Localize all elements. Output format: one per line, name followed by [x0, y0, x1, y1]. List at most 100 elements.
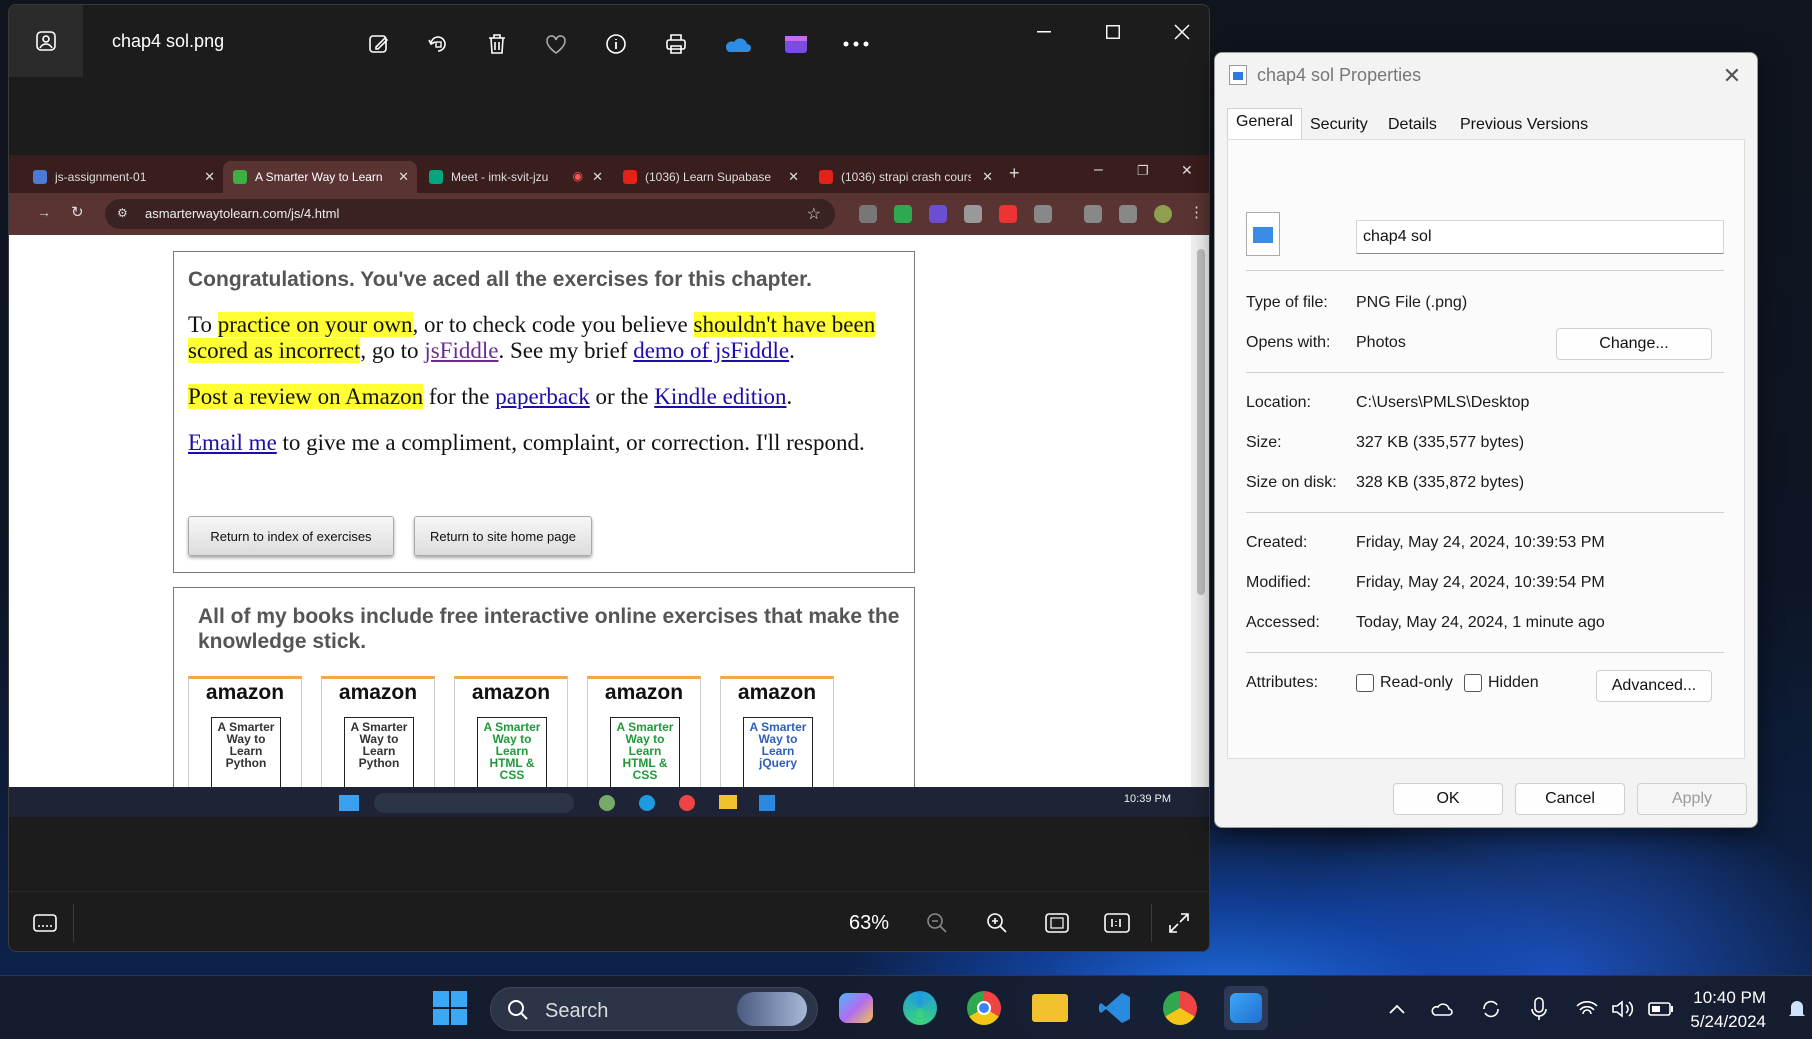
- photos-app-icon[interactable]: [9, 5, 83, 77]
- actual-size-icon[interactable]: [1097, 904, 1137, 942]
- browser-tabstrip: js-assignment-01 ✕ A Smarter Way to Lear…: [9, 155, 1209, 193]
- cancel-button[interactable]: Cancel: [1515, 783, 1625, 815]
- checkbox-box[interactable]: [1356, 674, 1374, 692]
- edit-icon[interactable]: [359, 25, 399, 63]
- bookmark-star-icon[interactable]: ☆: [807, 204, 821, 224]
- tab-close-icon[interactable]: ✕: [592, 169, 603, 185]
- delete-icon[interactable]: [477, 25, 517, 63]
- file-explorer-icon[interactable]: [1028, 986, 1072, 1030]
- advanced-button[interactable]: Advanced...: [1596, 670, 1712, 702]
- close-icon[interactable]: ✕: [1717, 61, 1747, 91]
- tab-close-icon[interactable]: ✕: [788, 169, 799, 185]
- email-me-link[interactable]: Email me: [188, 430, 277, 455]
- taskbar-search[interactable]: Search: [490, 987, 818, 1031]
- download-icon[interactable]: [1119, 205, 1137, 223]
- book-card[interactable]: amazon A Smarter Way to Learn Python: [321, 676, 435, 787]
- tab-close-icon[interactable]: ✕: [204, 169, 215, 185]
- zoom-in-icon[interactable]: [977, 904, 1017, 942]
- file-name-input[interactable]: chap4 sol: [1356, 220, 1724, 254]
- extensions-puzzle-icon[interactable]: [1034, 205, 1052, 223]
- tab-previous-versions[interactable]: Previous Versions: [1451, 111, 1597, 139]
- book-card[interactable]: amazon A Smarter Way to Learn Python: [188, 676, 302, 787]
- checkbox-box[interactable]: [1464, 674, 1482, 692]
- wifi-icon[interactable]: [1574, 996, 1600, 1022]
- apply-button[interactable]: Apply: [1637, 783, 1747, 815]
- battery-icon[interactable]: [1648, 996, 1674, 1022]
- readonly-checkbox[interactable]: Read-only: [1356, 674, 1453, 692]
- hidden-checkbox[interactable]: Hidden: [1464, 674, 1539, 692]
- page-scrollbar[interactable]: [1191, 235, 1209, 787]
- extension-picker-icon[interactable]: [964, 205, 982, 223]
- minimize-icon[interactable]: [1021, 17, 1067, 47]
- browser-tab[interactable]: (1036) Learn Supabase (F ✕: [613, 161, 807, 193]
- vscode-icon[interactable]: [1093, 986, 1137, 1030]
- browser-close-icon[interactable]: ✕: [1181, 162, 1193, 179]
- tab-general[interactable]: General: [1227, 108, 1302, 140]
- notification-bell-icon[interactable]: [1784, 996, 1810, 1022]
- extension-shield-icon[interactable]: [859, 205, 877, 223]
- browser-minimize-icon[interactable]: –: [1094, 161, 1103, 179]
- photo-canvas[interactable]: js-assignment-01 ✕ A Smarter Way to Lear…: [9, 155, 1209, 817]
- book-card[interactable]: amazon A Smarter Way to Learn HTML & CSS: [454, 676, 568, 787]
- rotate-icon[interactable]: [418, 25, 458, 63]
- filmstrip-icon[interactable]: [25, 904, 65, 942]
- microphone-icon[interactable]: [1526, 996, 1552, 1022]
- ok-button[interactable]: OK: [1393, 783, 1503, 815]
- change-button[interactable]: Change...: [1556, 328, 1712, 360]
- photos-file-title: chap4 sol.png: [112, 31, 225, 51]
- fit-to-window-icon[interactable]: [1037, 904, 1077, 942]
- close-icon[interactable]: [1159, 17, 1205, 47]
- extension-red-icon[interactable]: [999, 205, 1017, 223]
- profile-avatar[interactable]: [1154, 205, 1172, 223]
- jsfiddle-link[interactable]: jsFiddle: [424, 338, 498, 363]
- clipchamp-icon[interactable]: [776, 25, 816, 63]
- more-icon[interactable]: [836, 25, 876, 63]
- reload-icon[interactable]: ↻: [71, 203, 84, 221]
- tab-close-icon[interactable]: ✕: [982, 169, 993, 185]
- print-icon[interactable]: [656, 25, 696, 63]
- extension-s-icon[interactable]: [929, 205, 947, 223]
- site-info-icon[interactable]: ⚙: [117, 206, 128, 220]
- browser-tab[interactable]: Meet - imk-svit-jzu ◉ ✕: [419, 161, 611, 193]
- kindle-link[interactable]: Kindle edition: [654, 384, 786, 409]
- chrome-icon[interactable]: [962, 986, 1006, 1030]
- browser-tab[interactable]: js-assignment-01 ✕: [23, 161, 223, 193]
- browser-menu-icon[interactable]: ⋮: [1189, 203, 1204, 221]
- book-card[interactable]: amazon A Smarter Way to Learn jQuery: [720, 676, 834, 787]
- taskbar-clock[interactable]: 10:40 PM 5/24/2024: [1690, 986, 1766, 1034]
- address-bar[interactable]: ⚙ asmarterwaytolearn.com/js/4.html ☆: [105, 199, 835, 229]
- browser-tab-active[interactable]: A Smarter Way to Learn J ✕: [223, 161, 417, 193]
- edge-icon[interactable]: [898, 986, 942, 1030]
- browser-restore-icon[interactable]: ❐: [1137, 163, 1149, 179]
- zoom-level: 63%: [849, 912, 890, 934]
- tab-close-icon[interactable]: ✕: [398, 169, 409, 185]
- maximize-icon[interactable]: [1090, 17, 1136, 47]
- zoom-out-icon[interactable]: [917, 904, 957, 942]
- demo-jsfiddle-link[interactable]: demo of jsFiddle: [633, 338, 789, 363]
- scrollbar-thumb[interactable]: [1197, 249, 1205, 595]
- onedrive-tray-icon[interactable]: [1428, 996, 1454, 1022]
- paperback-link[interactable]: paperback: [495, 384, 590, 409]
- browser-tab[interactable]: (1036) strapi crash course ✕: [809, 161, 1001, 193]
- forward-icon[interactable]: →: [37, 204, 51, 220]
- full-screen-icon[interactable]: [1159, 904, 1199, 942]
- favorite-icon[interactable]: [536, 25, 576, 63]
- return-index-button[interactable]: Return to index of exercises: [188, 516, 394, 556]
- extension-off-icon[interactable]: [894, 205, 912, 223]
- volume-icon[interactable]: [1610, 996, 1636, 1022]
- reading-list-icon[interactable]: [1084, 205, 1102, 223]
- return-home-button[interactable]: Return to site home page: [414, 516, 592, 556]
- book-card[interactable]: amazon A Smarter Way to Learn HTML & CSS: [587, 676, 701, 787]
- show-hidden-icons-icon[interactable]: [1384, 996, 1410, 1022]
- info-icon[interactable]: [596, 25, 636, 63]
- tab-security[interactable]: Security: [1301, 111, 1377, 139]
- new-tab-icon[interactable]: +: [1009, 163, 1020, 184]
- photos-icon[interactable]: [1224, 986, 1268, 1030]
- tab-details[interactable]: Details: [1379, 111, 1446, 139]
- onedrive-icon[interactable]: [716, 25, 756, 63]
- hidden-label: Hidden: [1488, 674, 1539, 692]
- sync-icon[interactable]: [1478, 996, 1504, 1022]
- chrome-profile-icon[interactable]: [1158, 986, 1202, 1030]
- start-icon[interactable]: [428, 986, 472, 1030]
- copilot-icon[interactable]: [834, 986, 878, 1030]
